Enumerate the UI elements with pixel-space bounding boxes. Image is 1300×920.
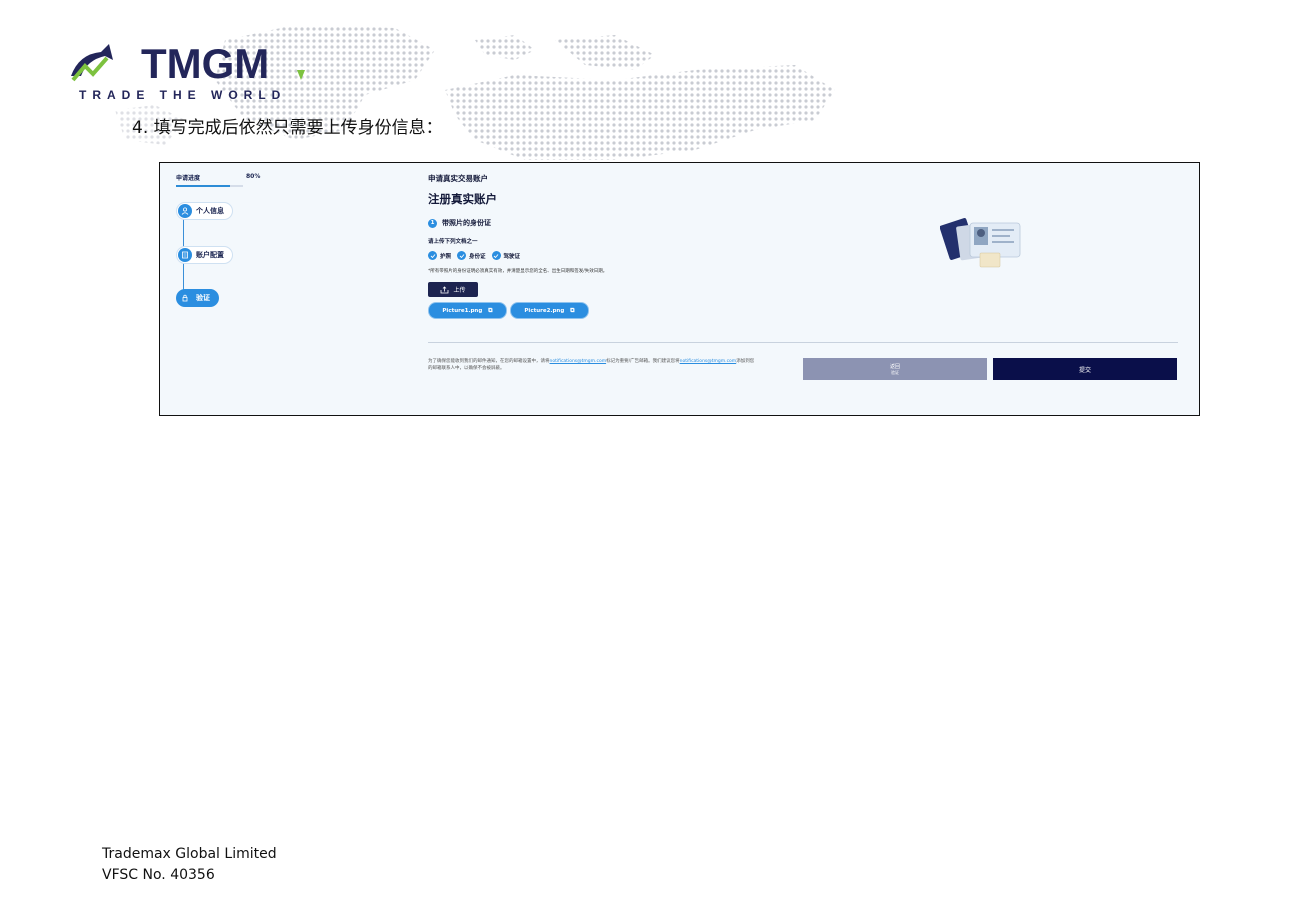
check-icon [491, 251, 501, 260]
step-account-config[interactable]: 账户配置 [176, 246, 233, 264]
file-name: Picture2.png [524, 307, 565, 314]
doc-passport[interactable]: 护照 [428, 251, 451, 260]
id-documents-illustration [940, 218, 1021, 268]
account-registration-screenshot: 申请进度 80% 个人信息 账户配置 验证 申请真实交易账户 注册真实账户 1 … [159, 162, 1200, 416]
breadcrumb: 申请真实交易账户 [428, 174, 488, 183]
footnote-text: 标记为重要/广告邮箱。我们建议您将 [606, 359, 680, 364]
upload-button[interactable]: 上传 [428, 282, 478, 297]
account-icon [178, 248, 192, 262]
lock-icon [178, 291, 192, 305]
check-icon [428, 251, 437, 260]
upload-label: 上传 [453, 287, 466, 294]
email-link[interactable]: notifications@tmgm.com [550, 359, 607, 364]
section-title-text: 带照片的身份证 [442, 219, 491, 227]
divider [428, 342, 1178, 343]
doc-label: 驾驶证 [503, 253, 521, 260]
email-link[interactable]: notifications@tmgm.com [680, 359, 737, 364]
id-requirement-note: *所有带照片的身份证明必须真实有效，并清楚显示您的全名、出生日期和签发/失效日期… [428, 269, 608, 274]
step-label: 账户配置 [196, 251, 224, 259]
check-icon [457, 251, 467, 260]
step-verification[interactable]: 验证 [176, 289, 219, 307]
instruction-text: 4. 填写完成后依然只需要上传身份信息： [132, 118, 443, 138]
step-label: 验证 [196, 294, 210, 302]
external-link-icon[interactable]: ⧉ [570, 307, 574, 315]
tmgm-logo: TMGM TRADE THE WORLD [71, 40, 305, 102]
progress-bar [176, 185, 243, 187]
back-button[interactable]: 返回 验证 [803, 358, 987, 380]
file-name: Picture1.png [442, 307, 483, 314]
file-chip-2[interactable]: Picture2.png ⧉ [510, 302, 589, 319]
doc-id-card[interactable]: 身份证 [457, 251, 486, 260]
section-title: 1 带照片的身份证 [428, 218, 491, 228]
person-icon [178, 204, 192, 218]
company-name: Trademax Global Limited [102, 846, 277, 862]
progress-label: 申请进度 [176, 175, 201, 182]
page-footer: Trademax Global Limited VFSC No. 40356 [102, 844, 277, 886]
back-sublabel: 验证 [891, 369, 899, 375]
step-label: 个人信息 [196, 207, 224, 215]
upload-icon [441, 285, 449, 293]
doc-label: 身份证 [469, 253, 486, 260]
progress-fill [176, 185, 230, 187]
section-number: 1 [428, 218, 437, 228]
submit-button[interactable]: 提交 [993, 358, 1177, 380]
progress-percent: 80% [246, 173, 261, 180]
document-hint: 请上传下列文档之一 [428, 239, 478, 245]
license-number: VFSC No. 40356 [102, 867, 215, 883]
email-footnote: 为了确保您能收到我们的邮件通知，在您的邮箱设置中，请将notifications… [428, 358, 758, 372]
file-chip-1[interactable]: Picture1.png ⧉ [428, 302, 507, 319]
doc-label: 护照 [440, 253, 452, 260]
doc-drivers-license[interactable]: 驾驶证 [491, 251, 521, 260]
page-title: 注册真实账户 [428, 192, 497, 206]
external-link-icon[interactable]: ⧉ [488, 307, 492, 315]
step-personal-info[interactable]: 个人信息 [176, 202, 233, 220]
document-types: 护照 身份证 驾驶证 [428, 251, 526, 260]
svg-text:TMGM: TMGM [141, 40, 269, 87]
svg-text:TRADE THE WORLD: TRADE THE WORLD [79, 88, 286, 102]
footnote-text: 为了确保您能收到我们的邮件通知，在您的邮箱设置中，请将 [428, 359, 550, 364]
back-label: 返回 [889, 363, 900, 370]
